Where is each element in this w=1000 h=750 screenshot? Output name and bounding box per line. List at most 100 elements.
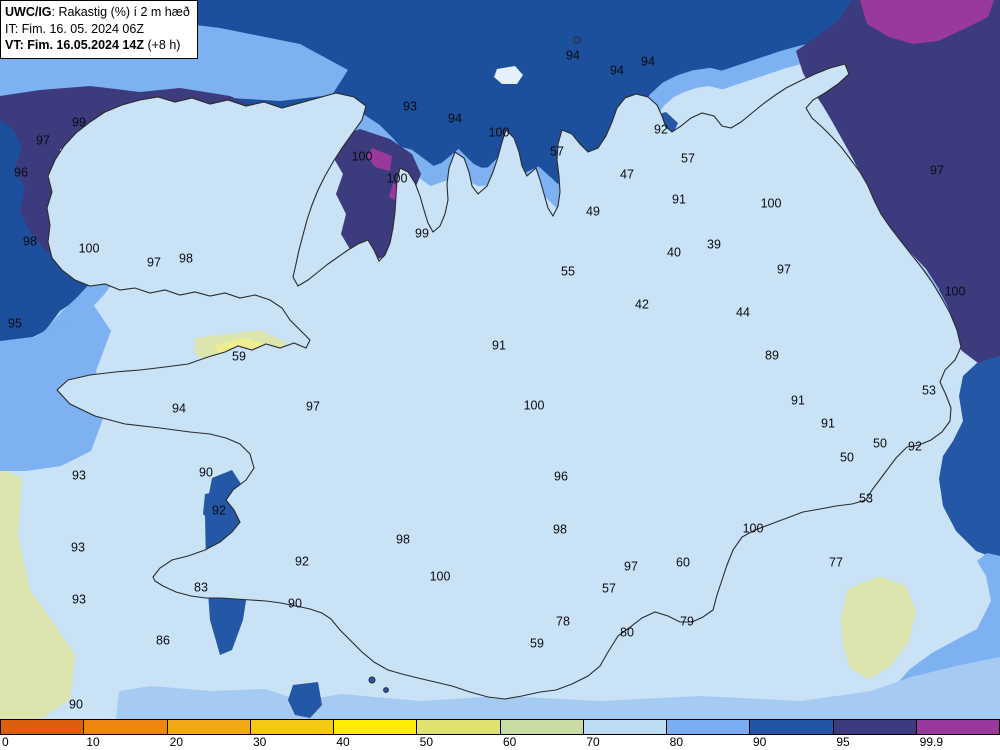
colorbar-cell [749,719,834,735]
humidity-value-label: 90 [288,596,302,611]
colorbar-cell [666,719,751,735]
valid-offset: (+8 h) [143,38,181,52]
colorbar-cells [0,719,1000,735]
colorbar-cell [582,719,667,735]
humidity-value-label: 100 [78,241,100,256]
humidity-value-label: 93 [72,468,86,483]
humidity-value-label: 97 [306,399,320,414]
humidity-value-label: 53 [859,491,873,506]
humidity-value-label: 57 [681,151,695,166]
humidity-value-label: 94 [566,48,580,63]
humidity-value-label: 59 [232,349,246,364]
colorbar-tick-label: 70 [586,735,600,749]
humidity-value-label: 97 [930,163,944,178]
colorbar-tick-label: 99.9 [919,735,944,749]
humidity-value-label: 44 [736,305,750,320]
humidity-value-label: 100 [429,569,451,584]
humidity-value-label: 90 [69,697,83,712]
humidity-value-label: 83 [194,580,208,595]
colorbar-tick-label: 50 [419,735,434,749]
humidity-value-label: 91 [672,192,686,207]
colorbar-cell [416,719,501,735]
humidity-value-label: 100 [351,149,373,164]
humidity-value-label: 95 [8,316,22,331]
colorbar-tick-label: 30 [253,735,267,749]
weather-map-page: 94 94 94 93 94 100 92 57 47 57 91 100 100 99 49 39 40 55 4… [0,0,1000,750]
humidity-value-label: 53 [922,383,936,398]
colorbar-cell [499,719,584,735]
humidity-value-label: 94 [610,63,624,78]
humidity-value-label: 91 [791,393,805,408]
humidity-value-label: 93 [72,592,86,607]
humidity-value-label: 97 [147,255,161,270]
humidity-value-label: 47 [620,167,634,182]
colorbar-tick-label: 0 [2,735,9,749]
colorbar-cell [83,719,168,735]
model-name: UWC/IG [5,5,52,19]
humidity-value-label: 57 [550,144,564,159]
humidity-value-label: 94 [172,401,186,416]
humidity-value-label: 93 [403,99,417,114]
variable-name: : Rakastig (%) í 2 m hæð [51,5,190,19]
humidity-value-label: 94 [448,111,462,126]
humidity-contour-map [0,0,1000,719]
colorbar-tick-label: 90 [753,735,767,749]
humidity-value-label: 92 [654,122,668,137]
colorbar-tick-label: 10 [86,735,100,749]
humidity-value-label: 40 [667,245,681,260]
humidity-value-label: 89 [765,348,779,363]
humidity-value-label: 98 [23,234,37,249]
humidity-value-label: 79 [680,614,694,629]
colorbar-tick-label: 60 [503,735,517,749]
humidity-value-label: 92 [212,503,226,518]
humidity-value-label: 97 [36,133,50,148]
humidity-value-label: 49 [586,204,600,219]
colorbar: 0 10 20 30 40 50 60 70 80 90 95 99.9 [0,719,1000,750]
humidity-value-label: 93 [71,540,85,555]
humidity-value-label: 77 [829,555,843,570]
humidity-value-label: 80 [620,625,634,640]
humidity-value-label: 42 [635,297,649,312]
colorbar-cell [0,719,85,735]
colorbar-cell [915,719,1000,735]
humidity-value-label: 100 [523,398,545,413]
title-box: UWC/IG: Rakastig (%) í 2 m hæð IT: Fim. … [0,0,198,59]
humidity-value-label: 90 [199,465,213,480]
humidity-value-label: 100 [944,284,966,299]
humidity-value-label: 55 [561,264,575,279]
humidity-value-label: 60 [676,555,690,570]
humidity-value-label: 39 [707,237,721,252]
colorbar-tick-label: 40 [336,735,350,749]
title-line-init: IT: Fim. 16. 05. 2024 06Z [5,21,144,36]
humidity-value-label: 59 [530,636,544,651]
humidity-value-label: 100 [488,125,510,140]
title-line-variable: UWC/IG: Rakastig (%) í 2 m hæð [5,4,190,21]
humidity-value-label: 100 [386,171,408,186]
colorbar-cell [249,719,334,735]
colorbar-cell [832,719,917,735]
islet [368,676,376,684]
humidity-value-label: 57 [602,581,616,596]
humidity-value-label: 86 [156,633,170,648]
islet [383,687,389,693]
humidity-value-label: 78 [556,614,570,629]
humidity-value-label: 50 [840,450,854,465]
colorbar-tick-label: 80 [669,735,684,749]
humidity-value-label: 91 [492,338,506,353]
title-line-valid: VT: Fim. 16.05.2024 14Z (+8 h) [5,37,190,54]
humidity-value-label: 99 [72,115,86,130]
humidity-value-label: 98 [179,251,193,266]
humidity-value-label: 92 [908,439,922,454]
humidity-value-label: 50 [873,436,887,451]
humidity-value-label: 98 [553,522,567,537]
humidity-value-label: 92 [295,554,309,569]
colorbar-tick-label: 95 [836,735,850,749]
humidity-value-label: 100 [760,196,782,211]
humidity-value-label: 94 [641,54,655,69]
valid-time: VT: Fim. 16.05.2024 14Z [5,38,144,52]
humidity-value-label: 96 [554,469,568,484]
humidity-value-label: 97 [624,559,638,574]
humidity-value-label: 98 [396,532,410,547]
humidity-value-label: 97 [777,262,791,277]
humidity-value-label: 96 [14,165,28,180]
